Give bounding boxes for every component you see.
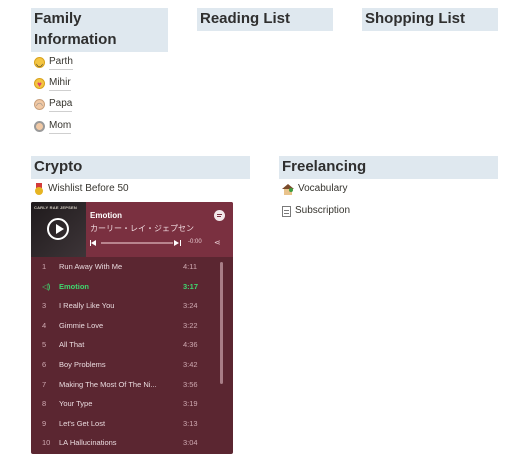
freelancing-item-label: Vocabulary [298,183,348,194]
track-number: 8 [42,399,47,409]
crypto-item-wishlist[interactable]: Wishlist Before 50 [34,182,129,196]
previous-track-icon[interactable] [90,239,98,247]
track-duration: 4:11 [183,262,198,271]
track-row[interactable]: 9 Let's Get Lost 3:13 [31,414,233,434]
time-remaining: -0:00 [188,239,202,245]
freelancing-title-text: Freelancing [282,158,367,175]
track-number: 1 [42,262,47,271]
track-duration: 3:17 [183,281,199,291]
track-name: Making The Most Of The Ni... [59,379,157,389]
section-title-freelancing: Freelancing [279,156,498,179]
medal-icon [34,183,44,195]
progress-bar[interactable] [101,242,173,244]
section-title-reading: Reading List [197,8,333,31]
freelancing-item-subscription[interactable]: Subscription [282,204,350,218]
family-item-label: Mihir [49,76,71,91]
grandma-face-icon [34,121,45,132]
smiling-face-icon: ◡ [34,57,45,68]
track-duration: 3:24 [183,301,198,311]
track-row[interactable]: 5 All That 4:36 [31,335,233,355]
document-icon [282,205,291,217]
spotify-player[interactable]: CARLY RAE JEPSEN Emotion カーリー・レイ・ジェプセン -… [31,202,233,454]
family-item-label: Papa [49,97,73,112]
track-duration: 4:36 [183,340,198,350]
track-row[interactable]: 8 Your Type 3:19 [31,394,233,414]
track-row[interactable]: 1 Run Away With Me 4:11 [31,257,233,277]
track-duration: 3:22 [183,320,198,330]
crypto-item-label: Wishlist Before 50 [48,183,129,194]
track-duration: 3:04 [183,438,198,448]
track-name: I Really Like You [59,301,115,311]
track-name: LA Hallucinations [59,438,117,448]
track-number: 6 [42,359,47,369]
track-row[interactable]: 3 I Really Like You 3:24 [31,296,233,316]
play-button[interactable] [47,218,69,240]
track-row[interactable]: ◁) Emotion 3:17 [31,277,233,297]
track-row[interactable]: 10 LA Hallucinations 3:04 [31,433,233,453]
track-name: Your Type [59,399,93,409]
track-duration: 3:56 [183,379,198,389]
track-number: 7 [42,379,47,389]
track-name: All That [59,340,85,350]
scrollbar[interactable] [220,262,223,384]
track-duration: 3:19 [183,399,198,409]
grandpa-face-icon: ◠ [34,99,45,110]
album-cover-text: CARLY RAE JEPSEN [34,205,77,210]
track-number: 5 [42,340,47,350]
section-title-family: Family Information [31,8,168,52]
track-number: 4 [42,320,47,330]
kissing-face-icon: ♥ [34,78,45,89]
player-header: CARLY RAE JEPSEN Emotion カーリー・レイ・ジェプセン -… [31,202,233,257]
artist-name[interactable]: カーリー・レイ・ジェプセン [90,223,202,234]
freelancing-item-vocabulary[interactable]: Vocabulary [282,182,347,196]
family-item-mom[interactable]: Mom [34,119,72,134]
track-name: Emotion [59,281,89,291]
section-title-shopping: Shopping List [362,8,498,31]
track-number: ◁) [42,281,51,291]
track-row[interactable]: 6 Boy Problems 3:42 [31,355,233,375]
track-list: 1 Run Away With Me 4:11 ◁) Emotion 3:17 3 I Rea… [31,257,233,453]
family-item-label: Mom [49,119,72,134]
track-name: Gimmie Love [59,320,104,330]
track-number: 3 [42,301,47,311]
track-name: Let's Get Lost [59,418,106,428]
house-icon [282,183,294,195]
next-track-icon[interactable] [174,239,182,247]
track-number: 10 [42,438,51,448]
spotify-logo-icon[interactable] [214,210,225,221]
track-duration: 3:42 [183,359,198,369]
track-name: Boy Problems [59,359,106,369]
freelancing-item-label: Subscription [295,205,351,216]
track-row[interactable]: 4 Gimmie Love 3:22 [31,316,233,336]
family-item-mihir[interactable]: ♥ Mihir [34,76,71,91]
reading-title-text: Reading List [200,10,291,27]
section-title-crypto: Crypto [31,156,250,179]
shopping-title-text: Shopping List [365,10,465,27]
family-item-papa[interactable]: ◠ Papa [34,97,73,112]
track-duration: 3:13 [183,418,198,428]
family-item-label: Parth [49,55,73,70]
share-icon[interactable]: ⋖ [214,238,221,247]
album-title[interactable]: Emotion [90,211,122,220]
track-row[interactable]: 7 Making The Most Of The Ni... 3:56 [31,375,233,395]
crypto-title-text: Crypto [34,158,83,175]
family-title-text: Family Information [34,10,117,48]
family-item-parth[interactable]: ◡ Parth [34,55,73,70]
album-cover: CARLY RAE JEPSEN [31,202,86,257]
track-number: 9 [42,418,47,428]
track-name: Run Away With Me [59,262,123,271]
